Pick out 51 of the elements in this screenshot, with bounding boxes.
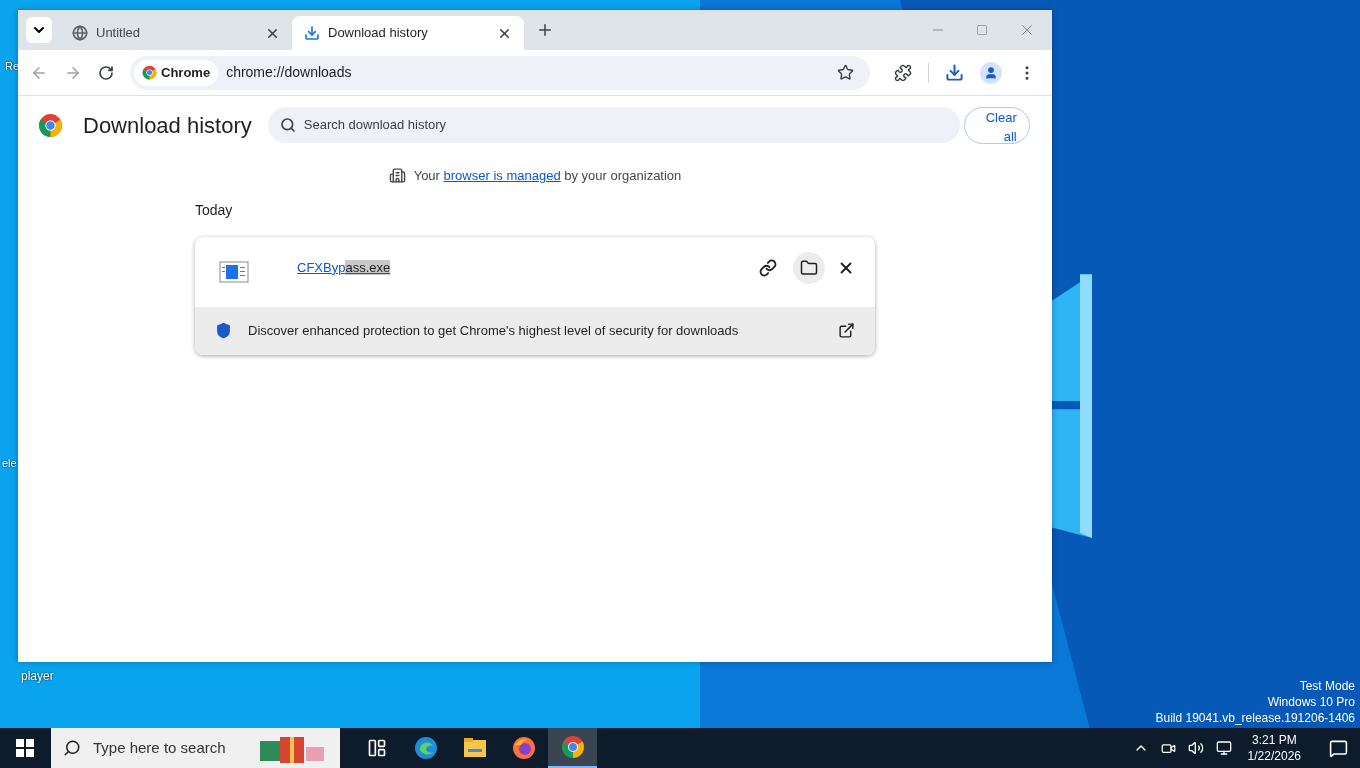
taskbar-search-box[interactable]: Type here to search [51, 728, 340, 768]
shield-icon [215, 322, 232, 339]
chrome-icon[interactable] [548, 728, 597, 768]
taskbar-search-field[interactable]: Type here to search [93, 736, 248, 760]
tab-search-button[interactable] [26, 17, 52, 43]
system-notice-text: Build 19041.vb_release.191206-1406 [1155, 710, 1355, 726]
managed-link[interactable]: browser is managed [443, 168, 561, 183]
notifications-icon[interactable] [1329, 738, 1348, 758]
address-bar[interactable]: Chrome chrome://downloads [130, 55, 870, 90]
search-icon [63, 739, 81, 757]
page-title: Download history [83, 111, 252, 140]
search-field[interactable]: Search download history [303, 115, 948, 135]
globe-icon [72, 25, 88, 41]
file-name-link[interactable]: CFXBypass.exe [297, 257, 391, 278]
windows-start-icon[interactable] [16, 739, 34, 757]
browser-tab[interactable]: Download history [292, 16, 524, 50]
system-notice-text: Test Mode [1299, 678, 1355, 694]
clock[interactable]: 3:21 PM 1/22/2026 [1243, 732, 1305, 764]
chrome-app-icon [560, 735, 585, 759]
volume-icon[interactable] [1187, 740, 1204, 756]
site-chip[interactable]: Chrome [134, 59, 219, 86]
search-box[interactable]: Search download history [267, 107, 960, 143]
promo-text: Discover enhanced protection to get Chrome's highest level of security for downloads [248, 321, 740, 340]
browser-tab[interactable]: Untitled [60, 16, 292, 50]
show-in-folder-button[interactable] [793, 251, 825, 284]
url-text: chrome://downloads [226, 63, 353, 82]
downloads-icon[interactable] [945, 63, 964, 82]
copy-link-icon[interactable] [759, 258, 777, 277]
tab-title: Download history [328, 24, 429, 43]
new-tab-icon[interactable] [536, 21, 554, 39]
chrome-icon [142, 65, 157, 80]
network-icon[interactable] [1215, 740, 1232, 756]
chrome-logo-icon [38, 112, 63, 138]
managed-notice: Your browser is managed by your organization [413, 167, 682, 185]
site-chip-label: Chrome [161, 63, 211, 82]
desktop-icon-label: player [21, 668, 54, 685]
download-icon [304, 25, 320, 41]
building-icon [388, 167, 406, 185]
extensions-icon[interactable] [894, 63, 912, 82]
reload-icon[interactable] [98, 64, 114, 81]
search-icon [279, 117, 296, 133]
executable-file-icon [219, 260, 249, 283]
desktop-icon-label: Re [5, 59, 20, 74]
bookmark-star-icon[interactable] [837, 64, 854, 81]
external-link-icon[interactable] [838, 322, 855, 339]
date-heading: Today [195, 200, 234, 220]
tab-title: Untitled [96, 24, 142, 43]
desktop-icon-label: ele [2, 456, 17, 471]
profile-avatar-icon[interactable] [980, 61, 1002, 84]
system-notice-text: Windows 10 Pro [1267, 694, 1355, 710]
folder-icon [800, 258, 818, 277]
